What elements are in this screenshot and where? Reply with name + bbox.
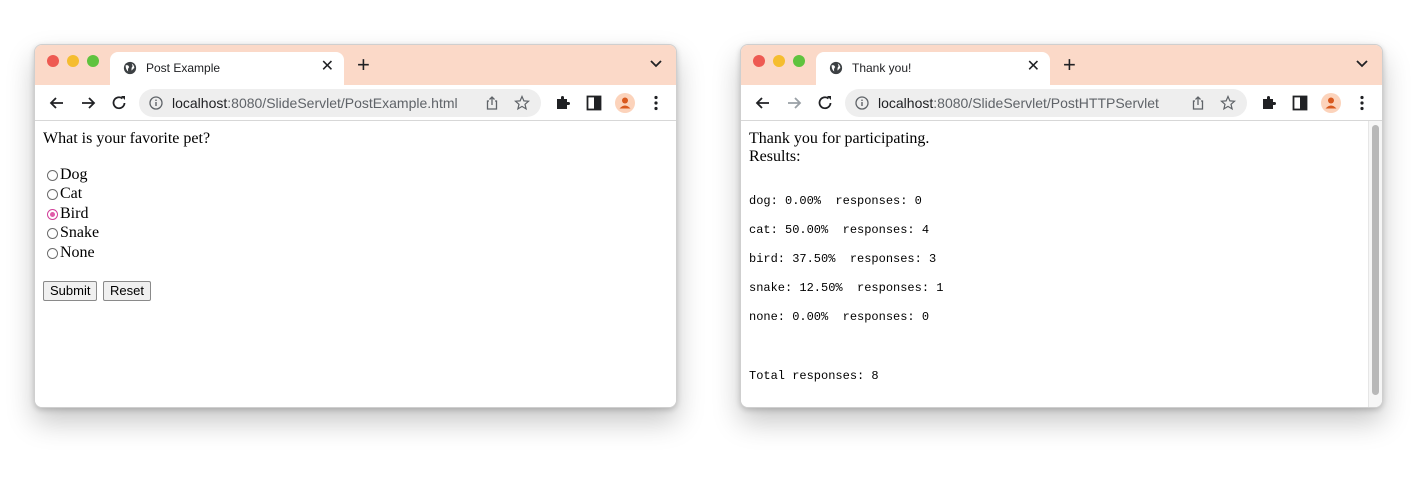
browser-toolbar: localhost:8080/SlideServlet/PostExample.… <box>35 85 676 121</box>
question-text: What is your favorite pet? <box>43 130 211 147</box>
radio-option-cat[interactable]: Cat <box>47 184 82 204</box>
radio-option-snake[interactable]: Snake <box>47 223 99 243</box>
info-icon[interactable] <box>149 96 163 110</box>
radio-label: None <box>60 244 95 261</box>
url-text: localhost:8080/SlideServlet/PostHTTPServ… <box>878 95 1159 111</box>
more-options-icon[interactable] <box>646 93 666 113</box>
globe-icon <box>829 61 843 75</box>
browser-window-thank-you: Thank you! ✕ + localhost:8080/SlideServl… <box>740 44 1383 408</box>
close-tab-icon[interactable]: ✕ <box>321 57 334 77</box>
vertical-scrollbar[interactable] <box>1368 121 1382 407</box>
chevron-down-icon[interactable] <box>650 59 662 69</box>
extensions-puzzle-icon[interactable] <box>553 93 573 113</box>
close-tab-icon[interactable]: ✕ <box>1027 57 1040 77</box>
result-line-bird: bird: 37.50% responses: 3 <box>749 252 937 266</box>
bookmark-star-icon[interactable] <box>1220 95 1236 111</box>
share-icon[interactable] <box>484 95 500 111</box>
result-line-none: none: 0.00% responses: 0 <box>749 310 930 324</box>
minimize-window-button[interactable] <box>773 55 785 67</box>
radio-option-dog[interactable]: Dog <box>47 165 88 185</box>
back-arrow-icon[interactable] <box>753 93 773 113</box>
result-line-dog: dog: 0.00% responses: 0 <box>749 194 922 208</box>
reset-button[interactable]: Reset <box>103 281 151 301</box>
forward-arrow-icon[interactable] <box>78 93 98 113</box>
maximize-window-button[interactable] <box>87 55 99 67</box>
radio-button[interactable] <box>47 247 58 259</box>
radio-option-none[interactable]: None <box>47 243 95 263</box>
url-text: localhost:8080/SlideServlet/PostExample.… <box>172 95 458 111</box>
tab-post-example[interactable]: Post Example ✕ <box>110 52 344 85</box>
tab-strip: Post Example ✕ + <box>35 45 676 85</box>
page-content: What is your favorite pet? Dog Cat Bird … <box>35 121 676 407</box>
chevron-down-icon[interactable] <box>1356 59 1368 69</box>
thank-you-heading: Thank you for participating. <box>749 130 930 147</box>
minimize-window-button[interactable] <box>67 55 79 67</box>
side-panel-icon[interactable] <box>1290 93 1310 113</box>
back-arrow-icon[interactable] <box>47 93 67 113</box>
side-panel-icon[interactable] <box>584 93 604 113</box>
total-responses: Total responses: 8 <box>749 369 879 383</box>
close-window-button[interactable] <box>753 55 765 67</box>
address-bar[interactable]: localhost:8080/SlideServlet/PostHTTPServ… <box>845 89 1247 117</box>
close-window-button[interactable] <box>47 55 59 67</box>
share-icon[interactable] <box>1190 95 1206 111</box>
browser-window-post-example: Post Example ✕ + localhost:8080/SlideSer… <box>34 44 677 408</box>
result-line-snake: snake: 12.50% responses: 1 <box>749 281 944 295</box>
new-tab-icon[interactable]: + <box>357 54 370 76</box>
bookmark-star-icon[interactable] <box>514 95 530 111</box>
radio-label: Snake <box>60 224 100 241</box>
more-options-icon[interactable] <box>1352 93 1372 113</box>
results-heading: Results: <box>749 148 801 165</box>
tab-thank-you[interactable]: Thank you! ✕ <box>816 52 1050 85</box>
address-bar[interactable]: localhost:8080/SlideServlet/PostExample.… <box>139 89 541 117</box>
radio-label: Bird <box>60 205 89 222</box>
radio-button-checked[interactable] <box>47 208 58 220</box>
browser-toolbar: localhost:8080/SlideServlet/PostHTTPServ… <box>741 85 1382 121</box>
globe-icon <box>123 61 137 75</box>
radio-label: Dog <box>60 166 88 183</box>
tab-strip: Thank you! ✕ + <box>741 45 1382 85</box>
tab-title: Thank you! <box>852 61 912 75</box>
tab-title: Post Example <box>146 61 221 75</box>
forward-arrow-icon[interactable] <box>784 93 804 113</box>
extensions-puzzle-icon[interactable] <box>1259 93 1279 113</box>
radio-button[interactable] <box>47 227 58 239</box>
new-tab-icon[interactable]: + <box>1063 54 1076 76</box>
reload-icon[interactable] <box>815 93 835 113</box>
result-line-cat: cat: 50.00% responses: 4 <box>749 223 930 237</box>
profile-avatar-icon[interactable] <box>1321 93 1341 113</box>
radio-button[interactable] <box>47 188 58 200</box>
profile-avatar-icon[interactable] <box>615 93 635 113</box>
submit-button[interactable]: Submit <box>43 281 98 301</box>
info-icon[interactable] <box>855 96 869 110</box>
page-content: Thank you for participating. Results: do… <box>741 121 1382 407</box>
maximize-window-button[interactable] <box>793 55 805 67</box>
scrollbar-thumb[interactable] <box>1372 125 1379 395</box>
radio-label: Cat <box>60 185 83 202</box>
radio-option-bird[interactable]: Bird <box>47 204 88 224</box>
reload-icon[interactable] <box>109 93 129 113</box>
radio-button[interactable] <box>47 169 58 181</box>
